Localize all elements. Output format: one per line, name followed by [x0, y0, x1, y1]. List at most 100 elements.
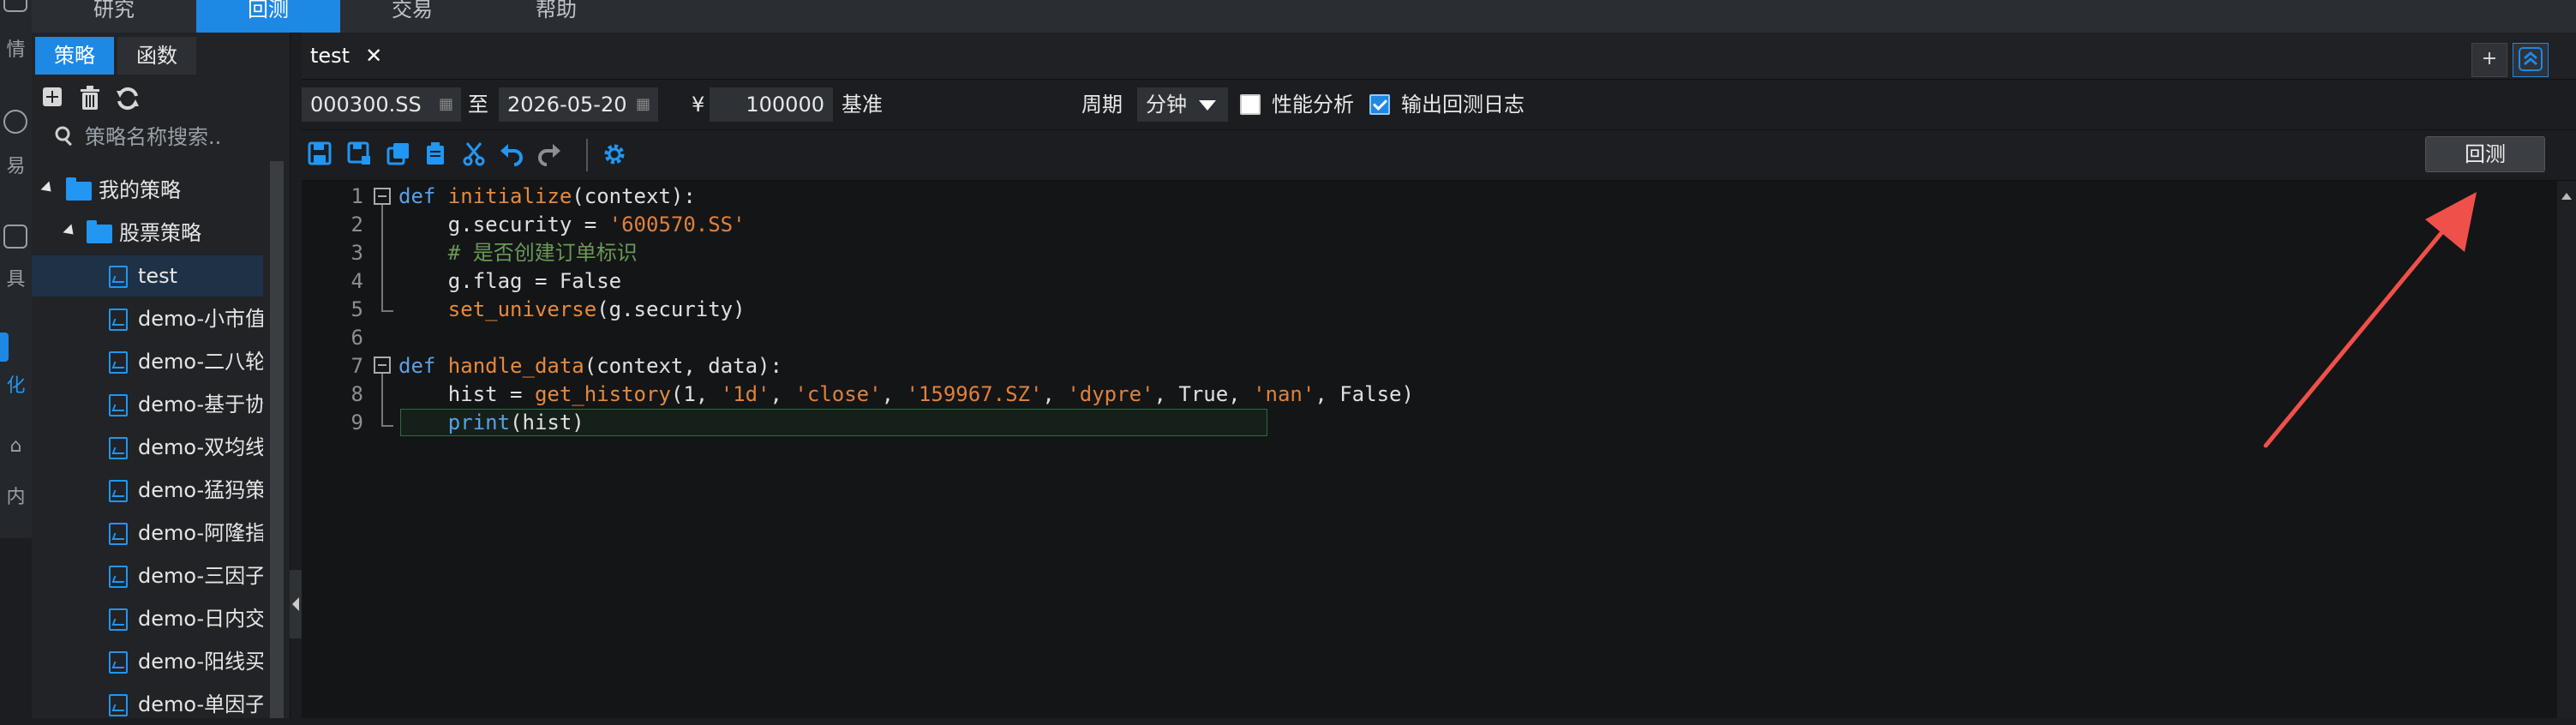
calendar-icon[interactable]: ▦	[636, 87, 653, 122]
strategy-file-icon	[109, 651, 128, 674]
capital-input[interactable]: 100000	[710, 87, 833, 122]
expand-icon[interactable]	[40, 170, 54, 211]
strategy-file-icon	[109, 309, 128, 331]
code-line[interactable]: hist = get_history(1, '1d', 'close', '15…	[398, 380, 1414, 409]
strategy-file-icon	[109, 351, 128, 374]
perf-analysis-checkbox[interactable]	[1240, 94, 1261, 115]
nav-tab-backtest[interactable]: 回测	[196, 0, 340, 33]
fold-toggle-icon[interactable]	[374, 188, 391, 205]
code-token: ,	[770, 382, 795, 406]
tree-item[interactable]: demo-基于协	[32, 384, 263, 425]
strategy-file-icon	[109, 266, 128, 288]
code-token: (g.security)	[596, 297, 746, 321]
paste-icon[interactable]	[422, 141, 451, 170]
tree-item-label: demo-双均线	[138, 435, 263, 459]
line-gutter: 1 2 3 4 5 6 7 8 9	[302, 181, 372, 718]
delete-icon[interactable]	[76, 86, 104, 113]
editor-toolbar: 回测	[302, 130, 2576, 181]
tree-scrollbar-thumb[interactable]	[270, 161, 284, 718]
strategy-file-icon	[109, 608, 128, 631]
close-icon[interactable]: ✕	[365, 44, 382, 68]
tab-strategy[interactable]: 策略	[35, 37, 114, 75]
tree-item[interactable]: demo-阳线买	[32, 641, 263, 682]
line-number: 4	[350, 269, 363, 293]
period-select[interactable]: 分钟	[1137, 87, 1228, 122]
strategy-file-icon	[109, 566, 128, 588]
tree-item-label: demo-单因子	[138, 692, 263, 716]
tree-root[interactable]: 我的策略	[32, 170, 263, 211]
tree-item[interactable]: demo-双均线	[32, 427, 263, 468]
code-line[interactable]: g.security = '600570.SS'	[398, 211, 746, 239]
market-icon[interactable]	[3, 0, 27, 12]
tree-item[interactable]: demo-日内交	[32, 598, 263, 639]
fold-toggle-icon[interactable]	[374, 357, 391, 374]
output-log-checkbox[interactable]	[1369, 94, 1390, 115]
tree-item[interactable]: demo-三因子	[32, 555, 263, 596]
line-number: 1	[350, 184, 363, 208]
nav-tab-trade[interactable]: 交易	[340, 0, 484, 33]
tree-item-label: demo-阿隆指	[138, 521, 263, 545]
nav-tab-research[interactable]: 研究	[32, 0, 196, 33]
code-token: 'dypre'	[1067, 382, 1154, 406]
strip-label-1: 易	[6, 156, 26, 177]
code-editor[interactable]: 1 2 3 4 5 6 7 8 9 def initialize(context): g.sec…	[302, 181, 2576, 718]
tree-item[interactable]: demo-二八轮	[32, 341, 263, 382]
line-number: 9	[350, 410, 363, 434]
fold-guide-end	[381, 425, 393, 427]
period-label: 周期	[1081, 93, 1123, 117]
editor-scrollbar[interactable]	[2557, 181, 2576, 718]
strategy-file-icon	[109, 437, 128, 459]
tree-folder[interactable]: 股票策略	[32, 213, 263, 254]
end-date-input[interactable]: 2026-05-20 ▦	[499, 87, 658, 122]
tree-root-label: 我的策略	[99, 178, 181, 202]
code-line[interactable]: def initialize(context):	[398, 183, 696, 211]
strip-label-3[interactable]: 化	[0, 370, 32, 398]
add-tab-button[interactable]: +	[2471, 43, 2507, 77]
code-token: def	[398, 184, 448, 208]
search-row	[32, 118, 290, 156]
cut-icon[interactable]	[459, 141, 488, 170]
code-line[interactable]: # 是否创建订单标识	[398, 239, 638, 267]
copy-icon[interactable]	[384, 141, 413, 170]
tab-functions[interactable]: 函数	[117, 37, 196, 75]
trade-icon[interactable]	[3, 110, 27, 134]
add-strategy-icon[interactable]	[39, 86, 66, 113]
collapse-up-icon[interactable]	[2513, 43, 2549, 77]
calendar-icon[interactable]: ▦	[439, 87, 456, 122]
chart-icon[interactable]: ⌂	[0, 435, 32, 457]
tree-item-label: demo-小市值	[138, 307, 263, 331]
file-tab[interactable]: test ✕	[302, 33, 390, 79]
code-line[interactable]: set_universe(g.security)	[398, 296, 746, 324]
collapse-panel-handle[interactable]	[290, 570, 302, 638]
run-backtest-button[interactable]: 回测	[2425, 136, 2545, 172]
nav-tab-help[interactable]: 帮助	[484, 0, 628, 33]
undo-icon[interactable]	[497, 141, 526, 170]
refresh-icon[interactable]	[114, 86, 141, 113]
code-line[interactable]: print(hist)	[398, 409, 584, 437]
line-number: 8	[350, 382, 363, 406]
output-log-label: 输出回测日志	[1401, 93, 1525, 117]
tree-item-label: demo-阳线买	[138, 650, 263, 674]
strategy-panel: 策略 函数 我的策略 股票策略 test demo-小市值 demo-二八轮 demo…	[32, 33, 291, 718]
tree-item[interactable]: demo-小市值	[32, 298, 263, 339]
tools-icon[interactable]	[3, 225, 27, 249]
tree-item[interactable]: demo-猛犸策	[32, 470, 263, 511]
save-as-icon[interactable]	[344, 141, 374, 170]
tree-item[interactable]: test	[32, 255, 263, 297]
code-token: 'nan'	[1253, 382, 1315, 406]
code-line[interactable]: g.flag = False	[398, 267, 621, 296]
gear-icon[interactable]	[600, 141, 629, 170]
tree-item[interactable]: demo-单因子	[32, 684, 263, 725]
tree-item[interactable]: demo-阿隆指	[32, 512, 263, 554]
benchmark-input[interactable]: 000300.SS	[302, 87, 430, 122]
expand-icon[interactable]	[63, 213, 76, 254]
strip-label-4: 内	[6, 487, 26, 508]
period-value: 分钟	[1146, 93, 1187, 117]
tree-item-label: demo-基于协	[138, 392, 263, 416]
benchmark-label: 基准	[842, 93, 883, 117]
search-input[interactable]	[83, 122, 284, 153]
save-icon[interactable]	[305, 141, 334, 170]
toolbar-divider	[586, 139, 588, 171]
code-line[interactable]: def handle_data(context, data):	[398, 352, 782, 380]
redo-icon[interactable]	[535, 141, 564, 170]
